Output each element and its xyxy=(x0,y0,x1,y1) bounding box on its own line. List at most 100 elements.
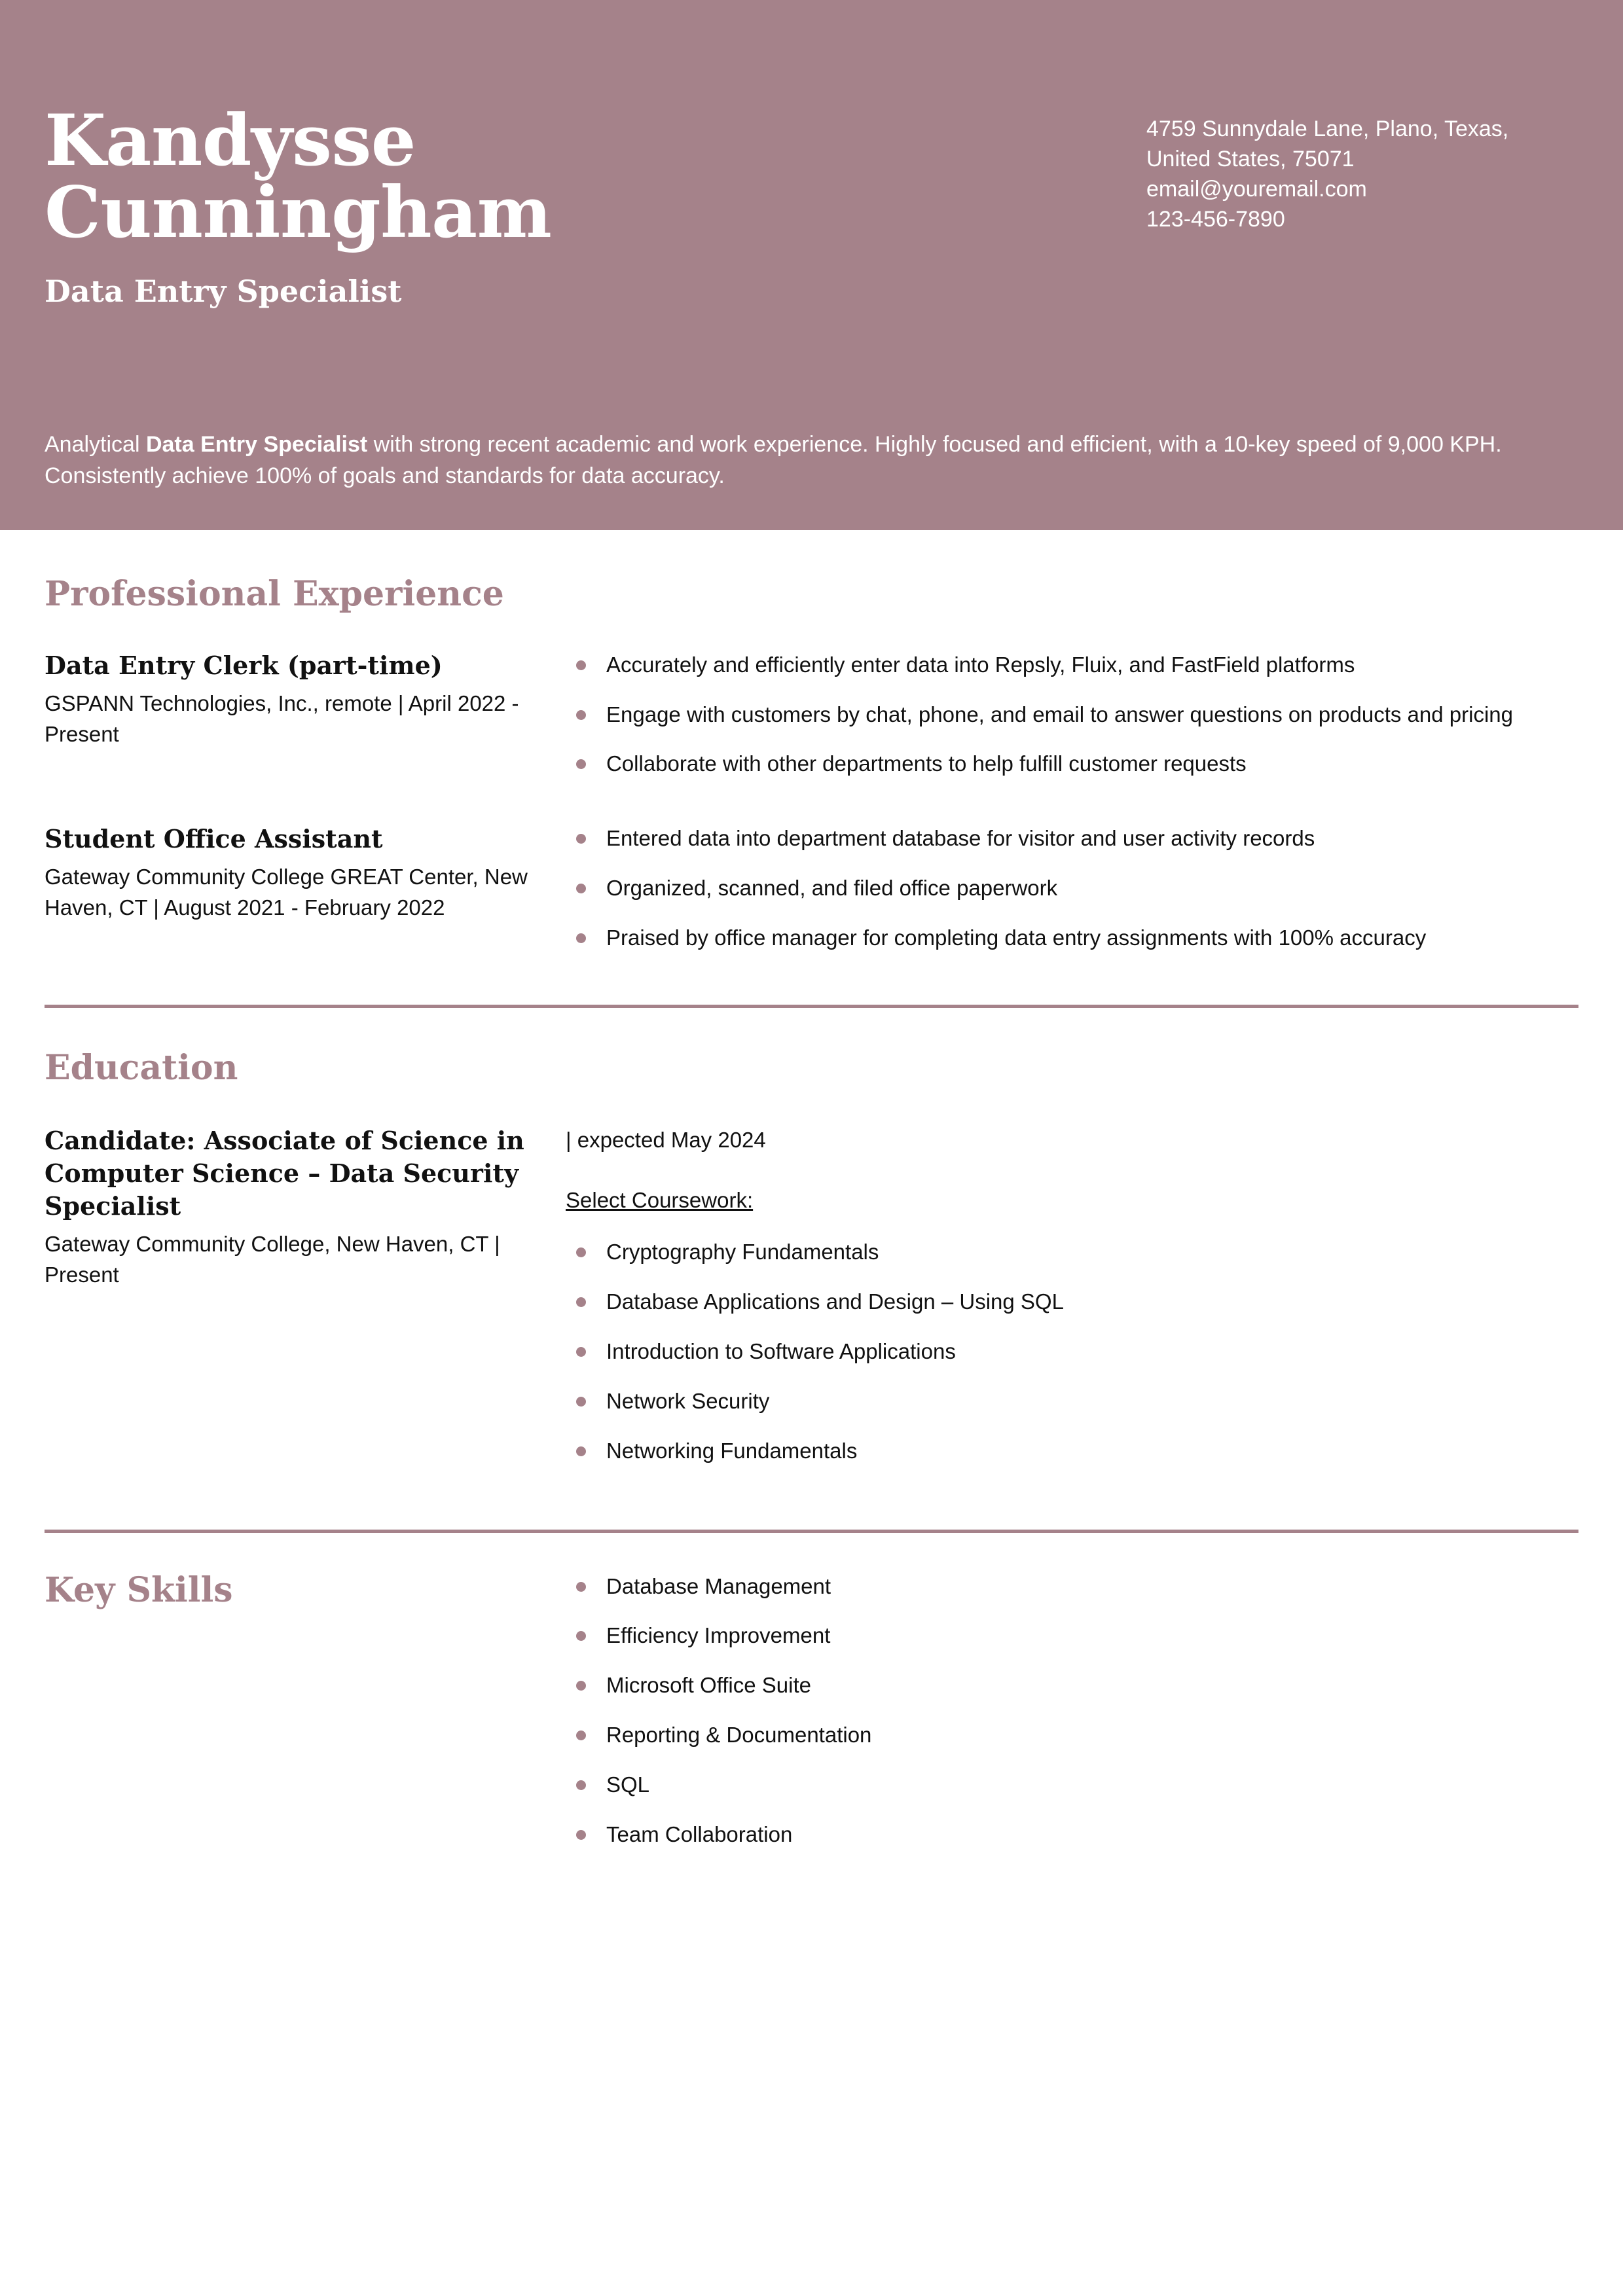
bullet-dot-icon xyxy=(576,1396,586,1407)
experience-job-title: Data Entry Clerk (part-time) xyxy=(45,650,443,680)
candidate-name-line2: Cunningham xyxy=(45,171,552,255)
experience-entry: Data Entry Clerk (part-time) GSPANN Tech… xyxy=(45,649,1578,780)
skill-text: SQL xyxy=(606,1772,650,1797)
education-entry-left: Candidate: Associate of Science in Compu… xyxy=(45,1124,555,1291)
experience-bullet-list: Entered data into department database fo… xyxy=(566,823,1578,954)
bullet-dot-icon xyxy=(576,1681,586,1691)
summary-highlight: Data Entry Specialist xyxy=(145,432,368,457)
bullet-dot-icon xyxy=(576,884,586,894)
experience-job-title: Student Office Assistant xyxy=(45,824,383,854)
experience-job-meta: Gateway Community College GREAT Center, … xyxy=(45,865,528,920)
header-band: Kandysse Cunningham Data Entry Specialis… xyxy=(0,0,1623,530)
section-title-key-skills: Key Skills xyxy=(45,1570,233,1610)
section-key-skills: Key Skills Database Management Efficienc… xyxy=(45,1533,1578,1850)
experience-entry-left: Data Entry Clerk (part-time) GSPANN Tech… xyxy=(45,649,555,750)
candidate-job-title: Data Entry Specialist xyxy=(45,274,402,310)
list-item: Engage with customers by chat, phone, an… xyxy=(566,699,1578,730)
experience-entry: Student Office Assistant Gateway Communi… xyxy=(45,823,1578,954)
contact-address-line2: United States, 75071 xyxy=(1146,146,1355,171)
experience-heading-col: Professional Experience xyxy=(45,575,555,614)
bullet-dot-icon xyxy=(576,1829,586,1840)
professional-summary: Analytical Data Entry Specialist with st… xyxy=(45,429,1578,492)
education-heading-col: Education xyxy=(45,1049,555,1088)
section-education: Education Candidate: Associate of Scienc… xyxy=(45,1008,1578,1467)
list-item: SQL xyxy=(566,1769,1578,1801)
list-item: Accurately and efficiently enter data in… xyxy=(566,649,1578,681)
skills-row: Key Skills Database Management Efficienc… xyxy=(45,1570,1578,1850)
list-item: Praised by office manager for completing… xyxy=(566,922,1578,954)
bullet-dot-icon xyxy=(576,1446,586,1456)
list-item: Database Management xyxy=(566,1571,1578,1602)
experience-entry-right: Accurately and efficiently enter data in… xyxy=(555,649,1578,780)
bullet-dot-icon xyxy=(576,1581,586,1592)
coursework-text: Database Applications and Design – Using… xyxy=(606,1289,1064,1314)
coursework-label: Select Coursework: xyxy=(566,1187,754,1212)
experience-entry-left: Student Office Assistant Gateway Communi… xyxy=(45,823,555,924)
candidate-name: Kandysse Cunningham xyxy=(45,105,797,249)
resume-page: Kandysse Cunningham Data Entry Specialis… xyxy=(0,0,1623,2296)
skill-text: Team Collaboration xyxy=(606,1821,793,1846)
bullet-text: Engage with customers by chat, phone, an… xyxy=(606,702,1513,726)
bullet-text: Organized, scanned, and filed office pap… xyxy=(606,876,1058,901)
skill-text: Microsoft Office Suite xyxy=(606,1673,812,1698)
education-degree-title: Candidate: Associate of Science in Compu… xyxy=(45,1125,524,1221)
bullet-dot-icon xyxy=(576,933,586,944)
contact-block: 4759 Sunnydale Lane, Plano, Texas, Unite… xyxy=(1146,115,1578,235)
bullet-dot-icon xyxy=(576,1297,586,1308)
list-item: Cryptography Fundamentals xyxy=(566,1236,1578,1268)
experience-entry-right: Entered data into department database fo… xyxy=(555,823,1578,954)
list-item: Efficiency Improvement xyxy=(566,1620,1578,1651)
skill-text: Efficiency Improvement xyxy=(606,1623,831,1648)
skills-heading-col: Key Skills xyxy=(45,1570,555,1610)
skill-text: Reporting & Documentation xyxy=(606,1723,872,1748)
bullet-dot-icon xyxy=(576,1631,586,1641)
resume-body: Professional Experience Data Entry Clerk… xyxy=(45,530,1578,1850)
bullet-text: Accurately and efficiently enter data in… xyxy=(606,652,1355,677)
summary-text-before: Analytical xyxy=(45,432,146,457)
coursework-list: Cryptography Fundamentals Database Appli… xyxy=(566,1236,1578,1466)
header-inner: Kandysse Cunningham Data Entry Specialis… xyxy=(45,0,1578,530)
bullet-dot-icon xyxy=(576,660,586,670)
bullet-dot-icon xyxy=(576,1247,586,1258)
bullet-dot-icon xyxy=(576,1731,586,1741)
name-block: Kandysse Cunningham Data Entry Specialis… xyxy=(45,105,797,310)
bullet-dot-icon xyxy=(576,759,586,770)
list-item: Team Collaboration xyxy=(566,1819,1578,1850)
coursework-text: Introduction to Software Applications xyxy=(606,1339,956,1364)
section-title-education: Education xyxy=(45,1047,238,1088)
education-expected-date: | expected May 2024 xyxy=(566,1127,766,1152)
bullet-dot-icon xyxy=(576,834,586,844)
list-item: Microsoft Office Suite xyxy=(566,1670,1578,1701)
section-professional-experience: Professional Experience Data Entry Clerk… xyxy=(45,530,1578,954)
contact-email[interactable]: email@youremail.com xyxy=(1146,175,1578,205)
list-item: Database Applications and Design – Using… xyxy=(566,1286,1578,1318)
bullet-text: Collaborate with other departments to he… xyxy=(606,751,1247,776)
education-heading-row: Education xyxy=(45,1049,1578,1088)
list-item: Collaborate with other departments to he… xyxy=(566,748,1578,780)
education-entry-right: | expected May 2024 Select Coursework: C… xyxy=(555,1124,1578,1467)
bullet-dot-icon xyxy=(576,709,586,720)
list-item: Organized, scanned, and filed office pap… xyxy=(566,872,1578,904)
candidate-name-line1: Kandysse xyxy=(45,99,416,182)
bullet-dot-icon xyxy=(576,1780,586,1790)
bullet-dot-icon xyxy=(576,1347,586,1357)
education-school-meta: Gateway Community College, New Haven, CT… xyxy=(45,1232,500,1287)
skill-text: Database Management xyxy=(606,1573,831,1598)
list-item: Networking Fundamentals xyxy=(566,1435,1578,1467)
coursework-text: Network Security xyxy=(606,1388,770,1413)
skills-list: Database Management Efficiency Improveme… xyxy=(566,1571,1578,1850)
coursework-text: Networking Fundamentals xyxy=(606,1438,858,1463)
experience-bullet-list: Accurately and efficiently enter data in… xyxy=(566,649,1578,780)
experience-job-meta: GSPANN Technologies, Inc., remote | Apri… xyxy=(45,691,519,746)
bullet-text: Entered data into department database fo… xyxy=(606,826,1315,851)
list-item: Network Security xyxy=(566,1386,1578,1417)
skills-list-col: Database Management Efficiency Improveme… xyxy=(555,1571,1578,1850)
list-item: Reporting & Documentation xyxy=(566,1719,1578,1751)
coursework-text: Cryptography Fundamentals xyxy=(606,1240,879,1265)
list-item: Introduction to Software Applications xyxy=(566,1336,1578,1367)
list-item: Entered data into department database fo… xyxy=(566,823,1578,854)
contact-phone[interactable]: 123-456-7890 xyxy=(1146,205,1578,235)
contact-address-line1: 4759 Sunnydale Lane, Plano, Texas, xyxy=(1146,117,1509,141)
section-title-experience: Professional Experience xyxy=(45,574,504,614)
education-entry: Candidate: Associate of Science in Compu… xyxy=(45,1124,1578,1467)
